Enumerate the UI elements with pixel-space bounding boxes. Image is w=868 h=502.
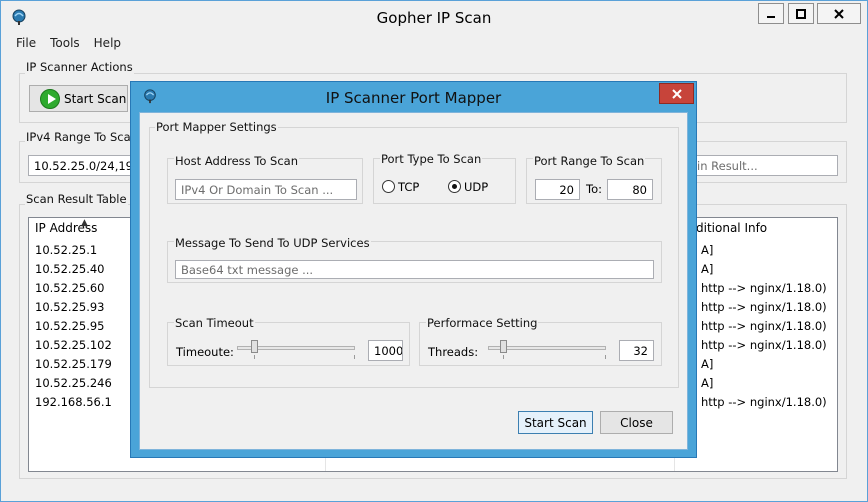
to-label: To: bbox=[586, 182, 602, 196]
dialog-start-scan-button[interactable]: Start Scan bbox=[518, 411, 593, 434]
timeout-label: Timeoute: bbox=[176, 345, 234, 359]
table-row-info[interactable]: A] bbox=[701, 262, 713, 276]
host-address-label: Host Address To Scan bbox=[174, 154, 300, 168]
threads-label: Threads: bbox=[428, 345, 479, 359]
message-input[interactable]: Base64 txt message ... bbox=[175, 260, 654, 279]
port-range-label: Port Range To Scan bbox=[533, 154, 646, 168]
table-row-info[interactable]: http --> nginx/1.18.0) bbox=[701, 395, 827, 409]
slider-tick bbox=[354, 355, 355, 359]
table-row-info[interactable]: http --> nginx/1.18.0) bbox=[701, 338, 827, 352]
host-address-input[interactable]: IPv4 Or Domain To Scan ... bbox=[175, 179, 357, 200]
column-header-info[interactable]: ditional Info bbox=[696, 221, 767, 235]
dialog-close-label: Close bbox=[620, 415, 653, 430]
table-row-ip[interactable]: 10.52.25.93 bbox=[35, 300, 105, 314]
threads-value: 32 bbox=[633, 344, 648, 358]
ipv4-range-label: IPv4 Range To Scan bbox=[25, 130, 139, 144]
start-scan-label: Start Scan bbox=[64, 91, 127, 106]
dialog-body: Port Mapper Settings Host Address To Sca… bbox=[139, 112, 688, 450]
dialog-titlebar[interactable]: IP Scanner Port Mapper bbox=[131, 82, 696, 112]
table-row-ip[interactable]: 10.52.25.102 bbox=[35, 338, 112, 352]
table-group-label: Scan Result Table bbox=[25, 192, 128, 206]
window-title: Gopher IP Scan bbox=[376, 9, 492, 27]
menubar: File Tools Help bbox=[9, 36, 128, 54]
slider-tick bbox=[254, 355, 255, 359]
start-scan-button[interactable]: Start Scan bbox=[29, 85, 128, 112]
play-icon bbox=[40, 88, 60, 109]
maximize-button[interactable] bbox=[788, 3, 814, 24]
dialog-close-action-button[interactable]: Close bbox=[600, 411, 673, 434]
port-from-input[interactable]: 20 bbox=[535, 179, 580, 200]
table-row-ip[interactable]: 192.168.56.1 bbox=[35, 395, 112, 409]
table-row-ip[interactable]: 10.52.25.95 bbox=[35, 319, 105, 333]
close-button[interactable] bbox=[817, 3, 861, 24]
menu-file[interactable]: File bbox=[9, 36, 43, 54]
tcp-radio[interactable] bbox=[382, 180, 395, 193]
ipv4-range-input[interactable]: 10.52.25.0/24,192. bbox=[28, 155, 138, 176]
close-icon bbox=[834, 8, 844, 19]
port-mapper-settings-label: Port Mapper Settings bbox=[155, 120, 278, 134]
menu-help[interactable]: Help bbox=[87, 36, 128, 54]
close-icon bbox=[671, 88, 682, 99]
dialog-title: IP Scanner Port Mapper bbox=[325, 89, 502, 107]
dialog-start-scan-label: Start Scan bbox=[524, 415, 587, 430]
table-row-info[interactable]: http --> nginx/1.18.0) bbox=[701, 281, 827, 295]
sort-arrow-icon: ▲ bbox=[81, 218, 88, 228]
performance-label: Performace Setting bbox=[426, 316, 539, 330]
slider-tick bbox=[503, 355, 504, 359]
message-placeholder: Base64 txt message ... bbox=[181, 263, 314, 277]
host-address-placeholder: IPv4 Or Domain To Scan ... bbox=[181, 183, 334, 197]
table-row-info[interactable]: A] bbox=[701, 243, 713, 257]
menu-tools[interactable]: Tools bbox=[43, 36, 87, 54]
threads-slider-thumb[interactable] bbox=[500, 340, 507, 353]
port-to-value: 80 bbox=[632, 183, 647, 197]
table-row-ip[interactable]: 10.52.25.1 bbox=[35, 243, 97, 257]
table-row-info[interactable]: http --> nginx/1.18.0) bbox=[701, 300, 827, 314]
table-row-info[interactable]: http --> nginx/1.18.0) bbox=[701, 319, 827, 333]
timeout-input[interactable]: 1000 bbox=[368, 340, 403, 361]
table-row-info[interactable]: A] bbox=[701, 357, 713, 371]
port-to-input[interactable]: 80 bbox=[607, 179, 653, 200]
timeout-value: 1000 bbox=[374, 344, 403, 358]
port-mapper-dialog: IP Scanner Port Mapper Port Mapper Setti… bbox=[130, 81, 697, 458]
udp-label[interactable]: UDP bbox=[464, 180, 488, 194]
ipv4-range-value: 10.52.25.0/24,192. bbox=[34, 159, 138, 173]
minimize-icon bbox=[767, 15, 775, 18]
maximize-icon bbox=[796, 8, 806, 19]
port-from-value: 20 bbox=[559, 183, 574, 197]
tcp-label[interactable]: TCP bbox=[398, 180, 419, 194]
actions-group-label: IP Scanner Actions bbox=[25, 60, 134, 74]
search-result-placeholder: in Result... bbox=[697, 159, 758, 173]
column-header-ip[interactable]: IP Address bbox=[35, 221, 97, 235]
dialog-close-button[interactable] bbox=[659, 83, 694, 104]
threads-input[interactable]: 32 bbox=[619, 340, 654, 361]
table-row-ip[interactable]: 10.52.25.246 bbox=[35, 376, 112, 390]
table-row-ip[interactable]: 10.52.25.179 bbox=[35, 357, 112, 371]
search-result-input[interactable]: in Result... bbox=[691, 155, 838, 176]
scan-timeout-label: Scan Timeout bbox=[174, 316, 255, 330]
table-row-ip[interactable]: 10.52.25.60 bbox=[35, 281, 105, 295]
udp-radio[interactable] bbox=[448, 180, 461, 193]
main-titlebar: Gopher IP Scan bbox=[1, 1, 867, 33]
timeout-slider-thumb[interactable] bbox=[251, 340, 258, 353]
slider-tick bbox=[605, 355, 606, 359]
port-type-label: Port Type To Scan bbox=[380, 152, 483, 166]
table-row-info[interactable]: A] bbox=[701, 376, 713, 390]
message-label: Message To Send To UDP Services bbox=[174, 236, 371, 250]
table-row-ip[interactable]: 10.52.25.40 bbox=[35, 262, 105, 276]
minimize-button[interactable] bbox=[758, 3, 784, 24]
